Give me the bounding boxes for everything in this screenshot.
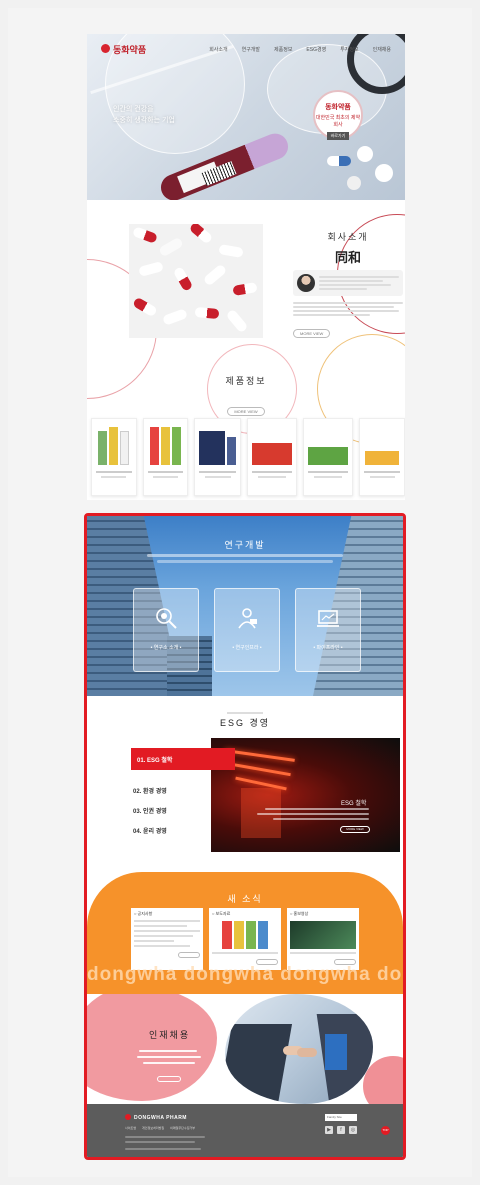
esg-tab-human-rights[interactable]: 03. 인권 경영	[133, 806, 167, 815]
brand-icon	[101, 44, 110, 54]
nav-item-investor[interactable]: 투자정보	[340, 46, 358, 53]
esg-tab-environment[interactable]: 02. 환경 경영	[133, 786, 167, 795]
brand-marquee: dongwha dongwha dongwha dongwha	[87, 964, 403, 985]
research-title: 연구개발	[224, 540, 266, 550]
about-hanja: 同和	[334, 250, 361, 265]
footer-logo[interactable]: DONGWHA PHARM	[125, 1114, 187, 1121]
esg-photo	[211, 738, 400, 852]
researcher-icon	[238, 608, 257, 629]
nav-menu: 회사소개 연구개발 제품정보 ESG경영 투자정보 인재채용	[209, 46, 391, 53]
recruit-more-button[interactable]	[157, 1076, 181, 1082]
research-card-pipeline[interactable]: • 파이프라인 •	[295, 588, 361, 672]
site-footer: DONGWHA PHARM 사이트맵 개인정보처리방침 이메일무단수집거부 Fa…	[87, 1104, 403, 1157]
product-card[interactable]	[91, 418, 137, 496]
footer-link-privacy[interactable]: 개인정보처리방침	[142, 1126, 164, 1130]
press-product-image	[212, 921, 278, 949]
product-card[interactable]	[247, 418, 298, 496]
decorative-blob	[87, 994, 217, 1101]
nav-item-esg[interactable]: ESG경영	[306, 46, 326, 53]
site-logo[interactable]: 동화약품	[101, 40, 146, 58]
ceo-message-box	[293, 270, 403, 296]
facebook-icon[interactable]: f	[337, 1126, 345, 1134]
top-navigation: 동화약품 회사소개 연구개발 제품정보 ESG경영 투자정보 인재채용	[87, 34, 405, 64]
news-card-press[interactable]: ○ 보도자료	[209, 908, 281, 970]
about-more-button[interactable]: MORE VIEW	[293, 329, 331, 338]
brand-icon	[125, 1114, 131, 1120]
highlighted-section: 연구개발 • 연구소 소개 • • 연구인프라 • • 파이프라인 • ESG …	[84, 513, 406, 1160]
products-more-button[interactable]: MORE VIEW	[227, 407, 265, 416]
nav-item-recruit[interactable]: 인재채용	[373, 46, 391, 53]
esg-title: ESG 경영	[219, 718, 271, 728]
esg-photo-title: ESG 철학	[341, 801, 367, 807]
hero-banner: 동화약품 회사소개 연구개발 제품정보 ESG경영 투자정보 인재채용 인간의 …	[87, 34, 405, 200]
product-card[interactable]	[194, 418, 242, 496]
company-seal-badge[interactable]: 동화약품 대한민국 최초의 제약회사 바로가기	[313, 90, 363, 140]
product-card[interactable]	[303, 418, 354, 496]
news-card-video[interactable]: ○ 홍보영상	[287, 908, 359, 970]
capsules-image	[129, 224, 263, 338]
youtube-icon[interactable]: ▶	[325, 1126, 333, 1134]
news-title: 새 소식	[227, 894, 263, 904]
product-card[interactable]	[142, 418, 189, 496]
main-page-preview: 동화약품 회사소개 연구개발 제품정보 ESG경영 투자정보 인재채용 인간의 …	[87, 34, 405, 500]
seal-button[interactable]: 바로가기	[326, 132, 350, 140]
instagram-icon[interactable]: ◎	[349, 1126, 357, 1134]
esg-tab-philosophy[interactable]: 01. ESG 철학	[131, 748, 235, 770]
video-thumbnail[interactable]	[290, 921, 356, 949]
scroll-top-button[interactable]: TOP	[381, 1126, 390, 1135]
footer-link-email-policy[interactable]: 이메일무단수집거부	[170, 1126, 195, 1130]
hero-headline: 인간의 건강을 소중히 생각하는 기업	[113, 106, 175, 124]
recruit-section: 인재채용	[87, 994, 403, 1104]
recruit-title: 인재채용	[149, 1030, 191, 1040]
avatar	[297, 274, 315, 292]
product-carousel	[91, 418, 405, 498]
research-card-infra[interactable]: • 연구인프라 •	[214, 588, 280, 672]
product-card[interactable]	[359, 418, 405, 496]
handshake-image	[225, 994, 373, 1104]
news-card-notice[interactable]: ○ 공지사항	[131, 908, 203, 970]
document-image	[325, 1034, 347, 1070]
about-section: 회사소개 同和 MORE VIEW	[293, 230, 403, 340]
family-site-select[interactable]: Family Site	[325, 1114, 357, 1121]
research-card-lab[interactable]: • 연구소 소개 •	[133, 588, 199, 672]
nav-item-research[interactable]: 연구개발	[242, 46, 260, 53]
nav-item-products[interactable]: 제품정보	[274, 46, 292, 53]
microscope-icon	[156, 608, 177, 629]
footer-link-sitemap[interactable]: 사이트맵	[125, 1126, 136, 1130]
laptop-icon	[317, 610, 339, 627]
about-title: 회사소개	[327, 232, 369, 242]
notice-more-button[interactable]	[178, 952, 200, 958]
barcode-icon	[201, 161, 237, 187]
products-title: 제품정보	[225, 376, 267, 386]
research-section: 연구개발 • 연구소 소개 • • 연구인프라 • • 파이프라인 •	[87, 516, 403, 696]
nav-item-about[interactable]: 회사소개	[209, 46, 227, 53]
esg-tab-ethics[interactable]: 04. 윤리 경영	[133, 826, 167, 835]
esg-more-button[interactable]: MORE VIEW	[340, 826, 370, 833]
footer-links: 사이트맵 개인정보처리방침 이메일무단수집거부	[125, 1126, 195, 1130]
tube-label	[177, 161, 237, 194]
